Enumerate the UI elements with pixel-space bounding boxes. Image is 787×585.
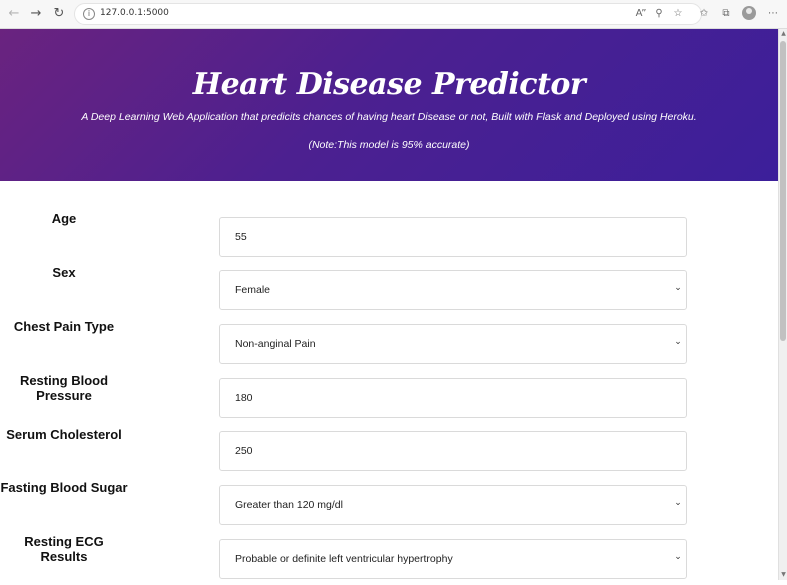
blood-pressure-input[interactable]: 180 [219,378,687,418]
address-bar[interactable]: i 127.0.0.1:5000 [74,3,702,25]
ecg-label: Resting ECG Results [24,534,104,564]
page-subtitle: A Deep Learning Web Application that pre… [81,111,697,123]
zoom-icon[interactable]: ⚲ [652,6,666,22]
address-bar-url[interactable]: 127.0.0.1:5000 [100,8,169,18]
collections-icon[interactable]: ⧉ [719,6,733,22]
fasting-sugar-select[interactable]: Greater than 120 mg/dl ⌄ [219,485,687,525]
chevron-down-icon: ⌄ [674,498,682,508]
form-row-sex: Sex Female ⌄ [0,262,778,316]
cholesterol-label: Serum Cholesterol [6,427,122,442]
profile-avatar-icon[interactable] [742,6,756,20]
accuracy-note: (Note:This model is 95% accurate) [308,139,470,151]
forward-arrow-icon[interactable]: → [27,5,45,23]
read-aloud-icon[interactable]: A” [634,6,648,22]
refresh-icon[interactable]: ↻ [50,5,68,23]
form-row-fasting-sugar: Fasting Blood Sugar Greater than 120 mg/… [0,477,778,531]
cholesterol-input[interactable]: 250 [219,431,687,471]
form-row-chest-pain: Chest Pain Type Non-anginal Pain ⌄ [0,316,778,370]
favorites-icon[interactable]: ✩ [697,6,711,22]
chevron-down-icon: ⌄ [674,337,682,347]
chest-pain-select[interactable]: Non-anginal Pain ⌄ [219,324,687,364]
browser-toolbar: ← → ↻ i 127.0.0.1:5000 A” ⚲ ☆ ✩ ⧉ ⋯ [0,0,787,29]
age-label: Age [51,211,77,226]
sex-value: Female [235,284,271,296]
form-row-age: Age 55 [0,208,778,262]
fasting-sugar-value: Greater than 120 mg/dl [235,499,343,511]
scrollbar-thumb[interactable] [780,41,786,341]
blood-pressure-label: Resting Blood Pressure [19,373,109,403]
form-row-cholesterol: Serum Cholesterol 250 [0,424,778,478]
age-value: 55 [235,231,247,243]
chest-pain-value: Non-anginal Pain [235,338,316,350]
form-row-ecg: Resting ECG Results Probable or definite… [0,531,778,585]
chest-pain-label: Chest Pain Type [13,319,115,334]
fasting-sugar-label: Fasting Blood Sugar [0,480,128,495]
blood-pressure-value: 180 [235,392,253,404]
back-arrow-icon[interactable]: ← [5,5,23,23]
scroll-up-arrow-icon[interactable]: ▲ [780,30,787,38]
cholesterol-value: 250 [235,445,253,457]
ecg-select[interactable]: Probable or definite left ventricular hy… [219,539,687,579]
age-input[interactable]: 55 [219,217,687,257]
page-title: Heart Disease Predictor [192,67,586,102]
form-row-blood-pressure: Resting Blood Pressure 180 [0,370,778,424]
chevron-down-icon: ⌄ [674,283,682,293]
chevron-down-icon: ⌄ [674,552,682,562]
page-scrollbar[interactable]: ▲ ▼ [778,29,787,580]
sex-select[interactable]: Female ⌄ [219,270,687,310]
more-menu-icon[interactable]: ⋯ [766,6,780,22]
ecg-value: Probable or definite left ventricular hy… [235,553,453,565]
scroll-down-arrow-icon[interactable]: ▼ [780,571,787,579]
favorite-icon[interactable]: ☆ [671,6,685,22]
page-header: Heart Disease Predictor A Deep Learning … [0,29,778,181]
sex-label: Sex [52,265,76,280]
site-info-icon[interactable]: i [83,8,95,20]
